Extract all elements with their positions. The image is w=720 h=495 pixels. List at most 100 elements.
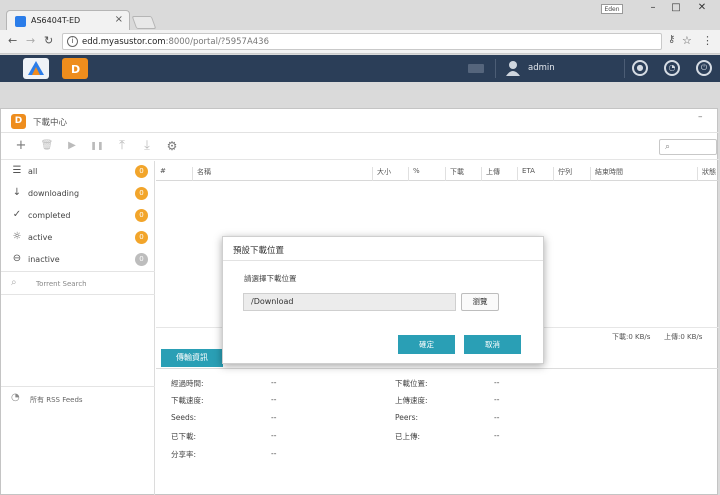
cancel-button[interactable]: 取消 <box>464 335 521 354</box>
search-icon: ⌕ <box>11 277 17 288</box>
default-download-location-dialog: 預設下載位置 請選擇下載位置 /Download 瀏覽 確定 取消 <box>222 236 544 364</box>
info-value: -- <box>494 413 500 422</box>
info-value: -- <box>271 395 277 404</box>
keyboard-icon[interactable] <box>468 64 484 73</box>
column-header[interactable]: 狀態 <box>698 167 719 181</box>
tab-transfer-info[interactable]: 傳輸資訊 <box>161 349 223 367</box>
download-center-taskbar-icon[interactable]: D <box>62 58 88 79</box>
download-center-icon: D <box>11 114 26 129</box>
transfer-info-panel: 經過時間: -- 下載速度: -- Seeds: -- 已下載: -- 分享率:… <box>156 368 719 495</box>
dialog-prompt: 請選擇下載位置 <box>244 274 297 283</box>
sidebar-item-label: completed <box>28 211 71 220</box>
dialog-title: 預設下載位置 <box>233 246 285 256</box>
torrent-list-header: # 名稱 大小 % 下載 上傳 ETA 佇列 結束時間 狀態 <box>156 161 719 181</box>
tab-title: AS6404T-ED <box>31 16 81 25</box>
sidebar-item-downloading[interactable]: ↓ downloading 0 <box>1 183 155 205</box>
tab-close-icon[interactable]: × <box>115 14 123 25</box>
divider <box>624 59 625 78</box>
power-icon[interactable]: ⏻ <box>696 60 712 76</box>
column-header[interactable]: 結束時間 <box>591 167 698 181</box>
search-icon: ⌕ <box>665 142 671 152</box>
download-speed-status: 下載:0 KB/s <box>612 333 651 341</box>
info-label: Peers: <box>395 413 419 422</box>
user-name[interactable]: admin <box>528 63 555 73</box>
info-label: 下載速度: <box>171 396 204 405</box>
url-field[interactable]: i edd.myasustor.com:8000/portal/?5957A43… <box>62 33 662 50</box>
count-badge: 0 <box>135 231 148 244</box>
count-badge: 0 <box>135 253 148 266</box>
sidebar-item-label: inactive <box>28 255 60 264</box>
rss-icon: ◔ <box>11 392 20 403</box>
count-badge: 0 <box>135 209 148 222</box>
upload-speed-status: 上傳:0 KB/s <box>664 333 703 341</box>
account-settings-icon[interactable]: ◔ <box>664 60 680 76</box>
column-header[interactable]: ETA <box>518 167 554 181</box>
info-value: -- <box>494 378 500 387</box>
sidebar-item-active[interactable]: ☼ active 0 <box>1 227 155 249</box>
move-bottom-icon[interactable]: ⤓ <box>139 138 155 154</box>
sun-icon: ☼ <box>12 231 22 242</box>
sidebar-item-completed[interactable]: ✓ completed 0 <box>1 205 155 227</box>
maximize-window-button[interactable]: □ <box>666 2 686 13</box>
torrent-search-field[interactable]: ⌕ Torrent Search <box>1 271 155 295</box>
torrent-search-placeholder: Torrent Search <box>36 280 87 288</box>
browser-menu-icon[interactable]: ⋮ <box>702 34 713 47</box>
list-search-input[interactable]: ⌕ <box>659 139 717 155</box>
window-minimize-button[interactable]: – <box>698 112 703 122</box>
info-label: Seeds: <box>171 413 197 422</box>
pause-icon[interactable]: ❚❚ <box>89 138 105 154</box>
column-header[interactable]: 下載 <box>446 167 482 181</box>
info-value: -- <box>271 431 277 440</box>
url-text: edd.myasustor.com:8000/portal/?5957A436 <box>82 37 269 47</box>
rss-feeds-item[interactable]: ◔ 所有 RSS Feeds <box>1 386 155 410</box>
back-icon[interactable]: ← <box>8 34 17 47</box>
app-central-icon[interactable] <box>23 58 49 79</box>
reload-icon[interactable]: ↻ <box>44 34 53 47</box>
browser-user-chip[interactable]: Eden <box>601 4 623 14</box>
window-title: 下載中心 <box>33 118 68 128</box>
close-window-button[interactable]: ✕ <box>692 2 712 13</box>
download-path-field[interactable]: /Download <box>243 293 456 311</box>
window-titlebar[interactable]: D 下載中心 – <box>1 109 719 133</box>
count-badge: 0 <box>135 165 148 178</box>
minimize-window-button[interactable]: – <box>643 2 663 13</box>
play-icon[interactable]: ▶ <box>64 138 80 154</box>
column-header[interactable]: # <box>156 167 193 181</box>
add-icon[interactable]: + <box>13 138 29 154</box>
info-label: 經過時間: <box>171 379 204 388</box>
count-badge: 0 <box>135 187 148 200</box>
delete-icon[interactable]: 🗑 <box>39 138 55 154</box>
browse-button[interactable]: 瀏覽 <box>461 293 499 311</box>
new-tab-button[interactable] <box>131 16 157 29</box>
site-favicon-icon <box>15 16 26 27</box>
ok-button[interactable]: 確定 <box>398 335 455 354</box>
site-info-icon[interactable]: i <box>67 36 78 47</box>
key-icon[interactable]: ⚷ <box>668 34 675 45</box>
column-header[interactable]: 上傳 <box>482 167 518 181</box>
column-header[interactable]: 大小 <box>373 167 409 181</box>
column-header[interactable]: % <box>409 167 446 181</box>
browser-tab-strip: AS6404T-ED × Eden – □ ✕ <box>0 0 720 31</box>
sidebar-item-label: downloading <box>28 189 80 198</box>
sidebar-item-label: active <box>28 233 53 242</box>
divider <box>495 59 496 78</box>
checkmark-icon: ✓ <box>12 209 22 220</box>
info-value: -- <box>271 413 277 422</box>
dialog-titlebar[interactable]: 預設下載位置 <box>223 237 543 261</box>
settings-gear-icon[interactable]: ⚙ <box>164 138 180 154</box>
info-label: 分享率: <box>171 450 197 459</box>
address-bar: ← → ↻ i edd.myasustor.com:8000/portal/?5… <box>0 30 720 54</box>
star-icon[interactable]: ☆ <box>682 34 692 47</box>
arrow-down-icon: ↓ <box>12 187 22 198</box>
sidebar: ☰ all 0 ↓ downloading 0 ✓ completed 0 ☼ … <box>1 161 155 495</box>
browser-tab[interactable]: AS6404T-ED × <box>6 10 130 31</box>
notification-icon[interactable]: ● <box>632 60 648 76</box>
sidebar-item-label: all <box>28 167 38 176</box>
column-header[interactable]: 名稱 <box>193 167 373 181</box>
column-header[interactable]: 佇列 <box>554 167 591 181</box>
svg-text:D: D <box>71 63 80 76</box>
sidebar-item-all[interactable]: ☰ all 0 <box>1 161 155 183</box>
forward-icon[interactable]: → <box>26 34 35 47</box>
move-top-icon[interactable]: ⤒ <box>114 138 130 154</box>
sidebar-item-inactive[interactable]: ⊖ inactive 0 <box>1 249 155 271</box>
